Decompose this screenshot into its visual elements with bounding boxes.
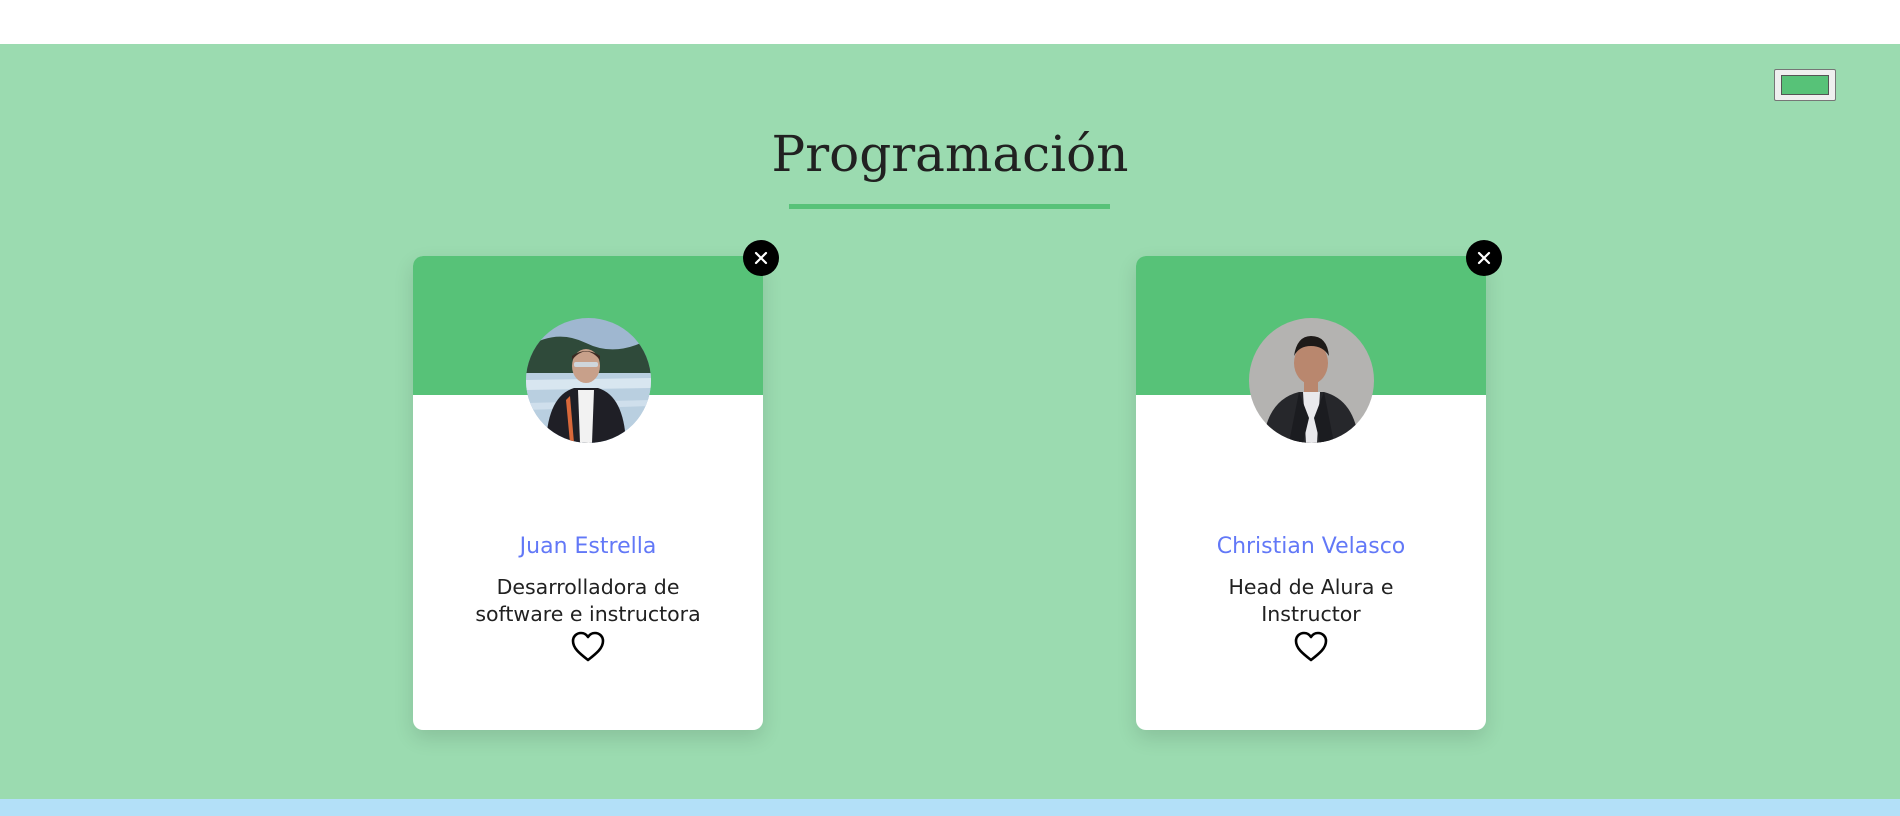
next-section-strip xyxy=(0,799,1900,816)
team-section: Programación Juan Estrella Desarrollador… xyxy=(0,44,1900,799)
collaborator-role: Desarrolladora de software e instructora xyxy=(475,575,701,626)
title-underline xyxy=(789,204,1110,209)
avatar xyxy=(1249,318,1374,443)
collaborator-name: Christian Velasco xyxy=(1216,534,1406,559)
heart-outline-icon[interactable] xyxy=(571,631,605,663)
heart-outline-icon[interactable] xyxy=(1294,631,1328,663)
top-bar xyxy=(0,0,1900,44)
delete-collaborator-button[interactable] xyxy=(743,240,779,276)
close-icon xyxy=(754,251,768,265)
collaborator-name: Juan Estrella xyxy=(519,534,657,559)
collaborator-card: Christian Velasco Head de Alura e Instru… xyxy=(1136,256,1486,730)
color-swatch xyxy=(1781,75,1829,95)
avatar xyxy=(526,318,651,443)
delete-collaborator-button[interactable] xyxy=(1466,240,1502,276)
section-title: Programación xyxy=(771,125,1129,183)
collaborator-role: Head de Alura e Instructor xyxy=(1228,575,1394,626)
team-color-picker[interactable] xyxy=(1774,69,1836,101)
collaborator-card: Juan Estrella Desarrolladora de software… xyxy=(413,256,763,730)
close-icon xyxy=(1477,251,1491,265)
